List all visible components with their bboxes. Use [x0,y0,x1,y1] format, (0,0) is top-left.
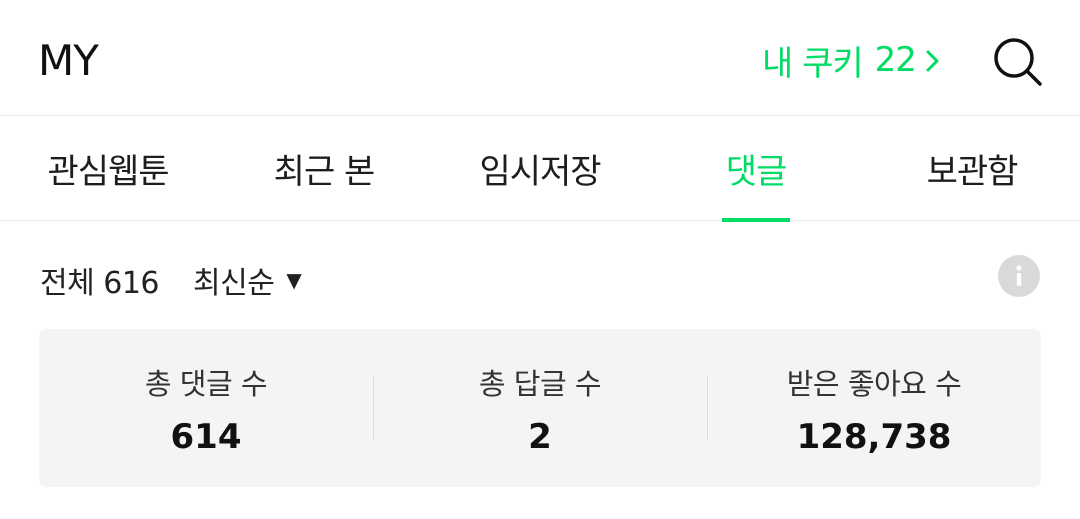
tab-label: 관심웹툰 [47,152,169,192]
chevron-right-icon [924,45,942,75]
top-bar: MY 내 쿠키 22 [0,0,1080,116]
stat-value: 2 [528,417,552,457]
cookie-label: 내 쿠키 [762,43,864,84]
comment-stats-panel: 총 댓글 수 614 총 답글 수 2 받은 좋아요 수 128,738 [39,329,1041,487]
tab-favorite-webtoons[interactable]: 관심웹툰 [38,116,178,221]
my-cookie-link[interactable]: 내 쿠키 22 [762,40,942,84]
tab-label: 댓글 [725,152,788,192]
caret-down-icon: ▼ [286,268,302,292]
tab-label: 임시저장 [479,152,601,192]
info-icon[interactable] [998,255,1040,297]
stat-label: 받은 좋아요 수 [786,367,962,401]
tab-temporary-saved[interactable]: 임시저장 [470,116,610,221]
page-title: MY [38,36,99,85]
cookie-count: 22 [874,40,917,80]
total-count: 전체 616 [40,266,160,301]
tab-comments[interactable]: 댓글 [722,116,790,222]
stat-value: 614 [170,417,242,457]
stat-total-replies: 총 답글 수 2 [373,329,707,487]
tab-recently-viewed[interactable]: 최근 본 [268,116,380,221]
sort-label: 최신순 [193,266,275,301]
stat-label: 총 답글 수 [478,367,602,401]
tab-label: 최근 본 [273,152,376,192]
stat-value: 128,738 [796,417,952,457]
tab-storage[interactable]: 보관함 [920,116,1024,221]
tab-label: 보관함 [926,152,1019,192]
search-icon[interactable] [990,34,1044,88]
stat-total-comments: 총 댓글 수 614 [39,329,373,487]
sort-dropdown[interactable]: 최신순 ▼ [193,258,302,302]
stat-likes-received: 받은 좋아요 수 128,738 [707,329,1041,487]
filter-row: 전체 616 최신순 ▼ [0,222,1080,328]
tab-bar: 관심웹툰 최근 본 임시저장 댓글 보관함 [0,116,1080,222]
stat-label: 총 댓글 수 [144,367,268,401]
